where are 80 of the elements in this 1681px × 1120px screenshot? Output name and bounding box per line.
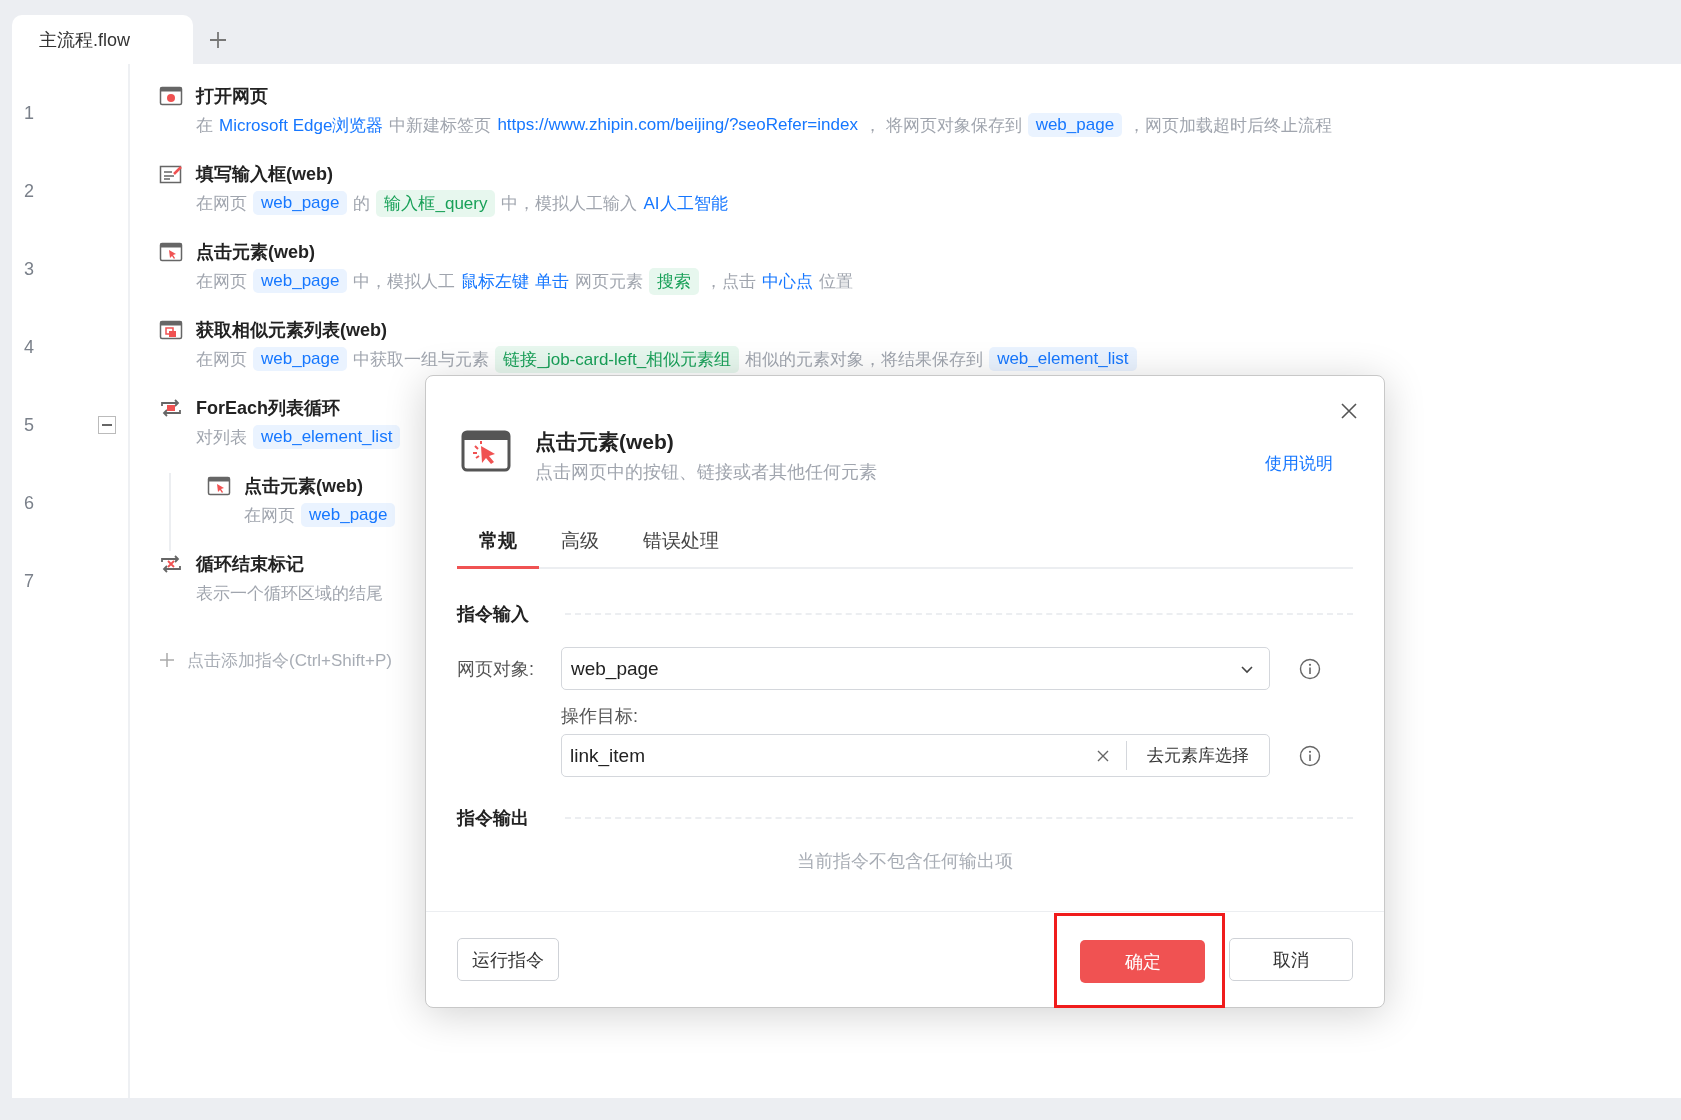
cancel-button[interactable]: 取消 xyxy=(1229,938,1353,981)
value-link[interactable]: Microsoft Edge浏览器 xyxy=(219,113,384,137)
value-link[interactable]: AI人工智能 xyxy=(643,191,728,215)
element-library-button[interactable]: 去元素库选择 xyxy=(1127,735,1269,776)
variable-tag[interactable]: web_page xyxy=(301,503,396,527)
description-text: 在网页 xyxy=(196,192,247,215)
confirm-button[interactable]: 确定 xyxy=(1080,940,1205,983)
variable-tag[interactable]: web_element_list xyxy=(989,347,1137,371)
collapse-button[interactable] xyxy=(98,416,116,434)
field-label: 网页对象: xyxy=(457,657,535,681)
edit-form-icon xyxy=(159,163,183,185)
info-icon[interactable] xyxy=(1299,657,1321,680)
dialog-description: 点击网页中的按钮、链接或者其他任何元素 xyxy=(535,461,878,484)
help-link[interactable]: 使用说明 xyxy=(1265,452,1333,475)
line-number: 7 xyxy=(24,570,35,593)
browser-window-icon xyxy=(159,319,183,341)
browser-window-icon xyxy=(207,475,231,497)
description-text: 位置 xyxy=(819,270,854,293)
step-title[interactable]: 点击元素(web) xyxy=(244,474,363,498)
element-tag[interactable]: 链接_job-card-left_相似元素组 xyxy=(495,345,740,373)
description-text: 中新建标签页 xyxy=(389,114,492,137)
file-tab[interactable]: 主流程.flow xyxy=(12,15,193,64)
description-text: ，点击 xyxy=(705,270,757,293)
step-title[interactable]: 打开网页 xyxy=(196,84,268,108)
browser-click-icon xyxy=(461,430,511,472)
description-text: 中，模拟人工 xyxy=(353,270,456,293)
web-page-dropdown[interactable]: web_page xyxy=(561,647,1270,690)
line-number: 5 xyxy=(24,414,35,437)
loop-end-icon xyxy=(159,553,183,575)
info-icon[interactable] xyxy=(1299,744,1321,767)
element-tag[interactable]: 搜索 xyxy=(649,267,700,295)
variable-tag[interactable]: web_element_list xyxy=(253,425,401,449)
step-title[interactable]: ForEach列表循环 xyxy=(196,396,341,420)
description-text: 的 xyxy=(353,192,371,215)
value-link[interactable]: 中心点 xyxy=(762,269,814,293)
step-title[interactable]: 循环结束标记 xyxy=(196,552,304,576)
description-text: 表示一个循环区域的结尾 xyxy=(196,582,383,605)
variable-tag[interactable]: web_page xyxy=(253,347,348,371)
step-title[interactable]: 获取相似元素列表(web) xyxy=(196,318,387,342)
description-text: 在网页 xyxy=(244,504,295,527)
loop-icon xyxy=(159,397,183,419)
variable-tag[interactable]: web_page xyxy=(253,191,348,215)
description-text: 中获取一组与元素 xyxy=(353,348,490,371)
clear-icon[interactable] xyxy=(1096,748,1110,763)
section-title: 指令输出 xyxy=(457,807,530,830)
variable-tag[interactable]: web_page xyxy=(1027,113,1123,137)
description-text: 在网页 xyxy=(196,270,247,293)
description-text: 相似的元素对象，将结果保存到 xyxy=(745,348,984,371)
settings-tab[interactable]: 高级 xyxy=(539,520,621,569)
plus-icon[interactable] xyxy=(208,29,228,50)
description-text: 对列表 xyxy=(196,426,247,449)
section-title: 指令输入 xyxy=(457,603,530,626)
add-instruction-hint[interactable]: 点击添加指令(Ctrl+Shift+P) xyxy=(187,648,392,672)
empty-output-message: 当前指令不包含任何输出项 xyxy=(797,851,1013,871)
description-text: 在网页 xyxy=(196,348,247,371)
browser-window-icon xyxy=(159,85,183,107)
target-field[interactable]: link_item xyxy=(562,741,1127,770)
step-title[interactable]: 填写输入框(web) xyxy=(196,162,333,186)
value-link[interactable]: 单击 xyxy=(535,269,570,293)
settings-tab[interactable]: 错误处理 xyxy=(621,520,741,569)
step-title[interactable]: 点击元素(web) xyxy=(196,240,315,264)
description-text: 中，模拟人工输入 xyxy=(501,192,638,215)
browser-window-icon xyxy=(159,241,183,263)
line-number: 4 xyxy=(24,336,35,359)
description-text: 网页元素 xyxy=(575,270,644,293)
dialog-title: 点击元素(web) xyxy=(535,429,675,455)
description-text: 在 xyxy=(196,114,213,137)
value-link[interactable]: 鼠标左键 xyxy=(461,269,530,293)
description-text: ， 将网页对象保存到 xyxy=(863,114,1022,137)
line-number: 1 xyxy=(24,102,35,125)
variable-tag[interactable]: web_page xyxy=(253,269,348,293)
run-button[interactable]: 运行指令 xyxy=(457,938,559,981)
field-label: 操作目标: xyxy=(561,705,639,728)
description-text: ，网页加载超时后终止流程 xyxy=(1128,114,1333,137)
element-tag[interactable]: 输入框_query xyxy=(376,189,496,217)
line-number: 2 xyxy=(24,180,35,203)
line-number: 6 xyxy=(24,492,35,515)
line-number: 3 xyxy=(24,258,35,281)
settings-tab[interactable]: 常规 xyxy=(457,520,539,569)
value-link[interactable]: https://www.zhipin.com/beijing/?seoRefer=index xyxy=(497,115,858,135)
